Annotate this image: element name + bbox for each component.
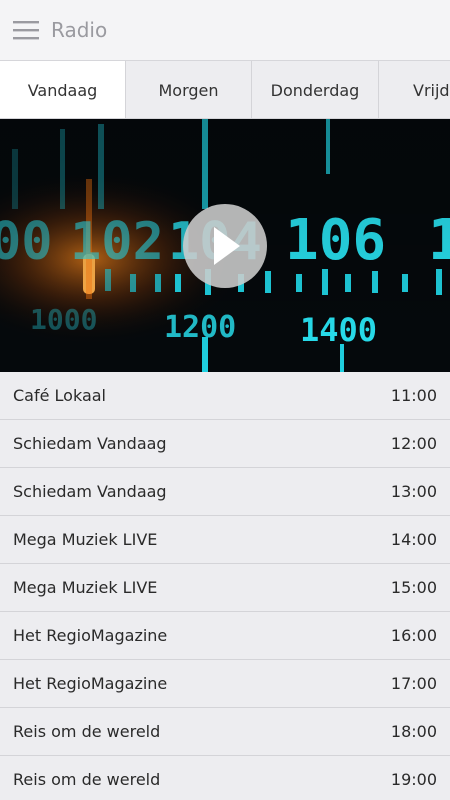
tab-morgen[interactable]: Morgen: [126, 61, 252, 118]
program-name: Schiedam Vandaag: [13, 482, 167, 501]
program-time: 11:00: [390, 386, 437, 405]
program-time: 15:00: [390, 578, 437, 597]
play-button[interactable]: [183, 204, 267, 288]
schedule-row[interactable]: Reis om de wereld 18:00: [0, 708, 450, 756]
program-name: Schiedam Vandaag: [13, 434, 167, 453]
schedule-row[interactable]: Het RegioMagazine 17:00: [0, 660, 450, 708]
schedule-row[interactable]: Schiedam Vandaag 12:00: [0, 420, 450, 468]
tab-vandaag[interactable]: Vandaag: [0, 61, 126, 118]
program-name: Reis om de wereld: [13, 722, 161, 741]
program-name: Het RegioMagazine: [13, 626, 168, 645]
app-bar: Radio: [0, 0, 450, 61]
program-name: Mega Muziek LIVE: [13, 578, 158, 597]
program-name: Het RegioMagazine: [13, 674, 168, 693]
program-time: 16:00: [390, 626, 437, 645]
app-title: Radio: [51, 18, 108, 42]
tab-vrijdag[interactable]: Vrijd: [379, 61, 450, 118]
schedule-list: Café Lokaal 11:00 Schiedam Vandaag 12:00…: [0, 372, 450, 800]
schedule-row[interactable]: Mega Muziek LIVE 15:00: [0, 564, 450, 612]
program-time: 14:00: [390, 530, 437, 549]
day-tabs: Vandaag Morgen Donderdag Vrijd: [0, 61, 450, 119]
program-name: Mega Muziek LIVE: [13, 530, 158, 549]
schedule-row[interactable]: Het RegioMagazine 16:00: [0, 612, 450, 660]
program-time: 18:00: [390, 722, 437, 741]
schedule-row[interactable]: Mega Muziek LIVE 14:00: [0, 516, 450, 564]
program-time: 13:00: [390, 482, 437, 501]
tab-donderdag[interactable]: Donderdag: [252, 61, 379, 118]
program-time: 19:00: [390, 770, 437, 789]
schedule-row[interactable]: Reis om de wereld 19:00: [0, 756, 450, 800]
program-name: Reis om de wereld: [13, 770, 161, 789]
schedule-row[interactable]: Schiedam Vandaag 13:00: [0, 468, 450, 516]
schedule-row[interactable]: Café Lokaal 11:00: [0, 372, 450, 420]
radio-hero-image: 00 102 104 106 1 1000 1200 1400: [0, 119, 450, 372]
program-name: Café Lokaal: [13, 386, 106, 405]
menu-button[interactable]: [0, 0, 50, 61]
program-time: 12:00: [390, 434, 437, 453]
hamburger-menu-icon: [13, 21, 39, 40]
program-time: 17:00: [390, 674, 437, 693]
play-icon: [214, 227, 240, 265]
